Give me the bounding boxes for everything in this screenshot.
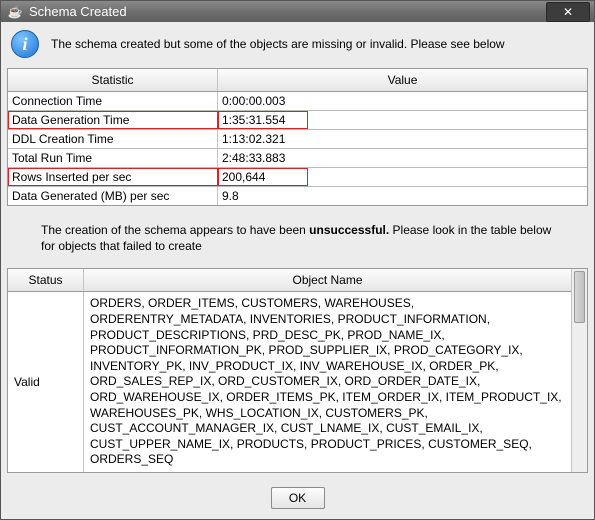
objects-panel: Status Object Name ValidORDERS, ORDER_IT… [7,268,588,473]
close-button[interactable]: ✕ [546,2,590,22]
stats-cell-statistic: DDL Creation Time [8,130,218,148]
note-text: The creation of the schema appears to ha… [1,212,594,268]
stats-cell-value: 9.8 [218,187,587,205]
stats-cell-value: 200,644 [218,168,308,186]
button-row: OK [1,479,594,519]
stats-cell-value: 1:13:02.321 [218,130,587,148]
java-icon: ☕ [7,4,23,20]
objects-cell-name: ORDERS, ORDER_ITEMS, CUSTOMERS, WAREHOUS… [84,292,571,472]
stats-cell-statistic: Total Run Time [8,149,218,167]
note-pre: The creation of the schema appears to ha… [41,223,309,237]
scrollbar[interactable] [571,269,587,472]
stats-table: Statistic Value Connection Time0:00:00.0… [7,68,588,206]
dialog-window: ☕ Schema Created ✕ i The schema created … [0,0,595,520]
objects-col-status: Status [8,269,84,291]
objects-cell-status: Valid [8,292,84,472]
stats-row: Data Generation Time1:35:31.554 [8,111,587,130]
objects-table: Status Object Name ValidORDERS, ORDER_IT… [8,269,571,472]
stats-row: Data Generated (MB) per sec9.8 [8,187,587,205]
stats-col-value: Value [218,69,587,91]
stats-cell-value: 2:48:33.883 [218,149,587,167]
message-row: i The schema created but some of the obj… [1,22,594,66]
ok-button[interactable]: OK [271,487,325,509]
stats-header: Statistic Value [8,69,587,92]
titlebar: ☕ Schema Created ✕ [1,1,594,22]
stats-row: Connection Time0:00:00.003 [8,92,587,111]
close-icon: ✕ [563,5,573,19]
window-title: Schema Created [29,4,546,19]
note-bold: unsuccessful. [309,223,389,237]
content-area: i The schema created but some of the obj… [1,22,594,519]
objects-col-name: Object Name [84,269,571,291]
stats-row: DDL Creation Time1:13:02.321 [8,130,587,149]
objects-header: Status Object Name [8,269,571,292]
info-icon: i [11,30,39,58]
stats-cell-statistic: Rows Inserted per sec [8,168,218,186]
stats-cell-statistic: Data Generated (MB) per sec [8,187,218,205]
stats-cell-statistic: Data Generation Time [8,111,218,129]
stats-row: Total Run Time2:48:33.883 [8,149,587,168]
message-text: The schema created but some of the objec… [51,37,505,51]
stats-row: Rows Inserted per sec200,644 [8,168,587,187]
stats-cell-value: 1:35:31.554 [218,111,308,129]
scroll-thumb[interactable] [574,271,585,323]
stats-col-statistic: Statistic [8,69,218,91]
stats-cell-statistic: Connection Time [8,92,218,110]
stats-cell-value: 0:00:00.003 [218,92,587,110]
